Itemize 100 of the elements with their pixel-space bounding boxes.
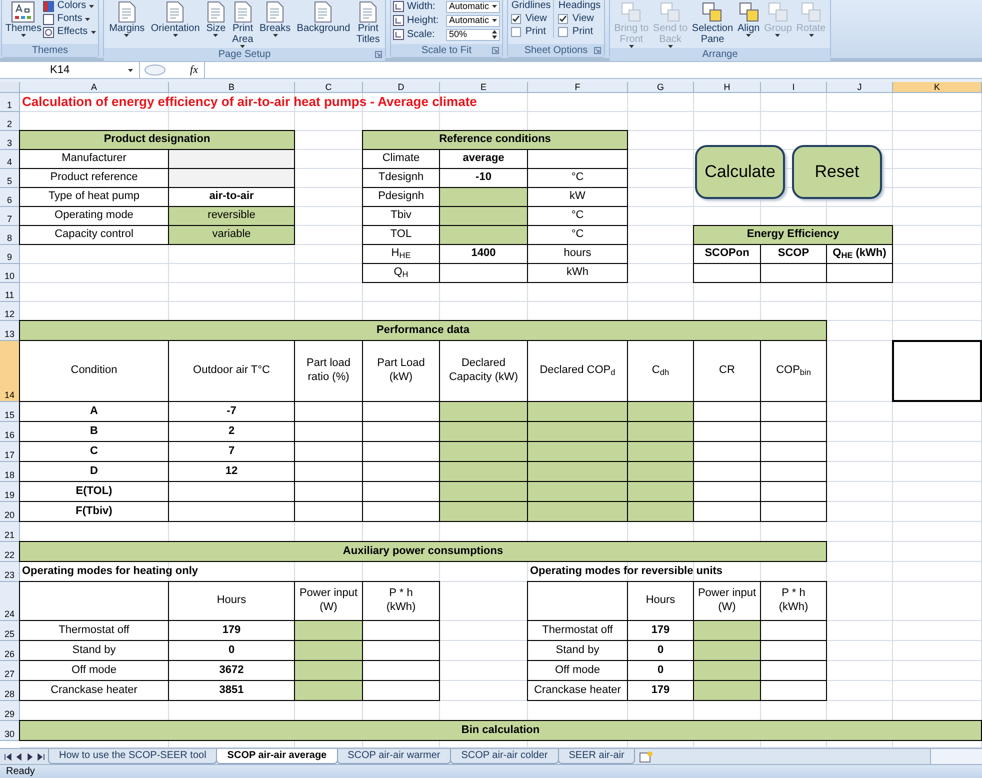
insert-sheet-icon[interactable]	[639, 750, 654, 762]
column-header[interactable]: B	[169, 82, 295, 93]
stacked-squares-icon	[701, 1, 724, 23]
row-label: Capacity control	[19, 225, 169, 245]
row-header[interactable]: 10	[0, 264, 20, 283]
table-title: Operating modes for heating only	[21, 564, 200, 580]
ribbon-button[interactable]: Print Area	[231, 0, 254, 48]
row-header[interactable]: 24	[0, 582, 20, 621]
input-cell	[627, 461, 694, 482]
ribbon-button[interactable]: Align	[736, 0, 761, 37]
row-header[interactable]: 25	[0, 621, 20, 641]
row-header[interactable]: 6	[0, 188, 20, 207]
field-label: Width:	[407, 0, 436, 14]
ribbon-button[interactable]: Fonts	[43, 13, 96, 25]
row-header[interactable]: 23	[0, 562, 20, 582]
row-header[interactable]: 29	[0, 701, 20, 721]
page-icon	[265, 1, 286, 23]
column-header[interactable]: G	[628, 82, 694, 93]
row-header[interactable]: 22	[0, 542, 20, 562]
function-button[interactable]: fx	[188, 62, 200, 78]
name-box[interactable]: K14	[0, 62, 140, 78]
row-header[interactable]: 8	[0, 226, 20, 245]
row-header[interactable]: 17	[0, 442, 20, 462]
row-header[interactable]: 19	[0, 482, 20, 502]
column-header[interactable]: H	[694, 82, 761, 93]
input-cell	[627, 421, 694, 442]
column-header[interactable]: J	[827, 82, 893, 93]
checkbox[interactable]: Print	[558, 26, 601, 38]
row-header[interactable]: 15	[0, 402, 20, 422]
row-header[interactable]: 21	[0, 522, 20, 542]
ribbon-button[interactable]: Margins	[108, 0, 146, 37]
row-header[interactable]: 18	[0, 462, 20, 482]
checkbox[interactable]: View	[558, 13, 601, 25]
color-swatch-icon	[43, 0, 54, 12]
page-icon	[232, 1, 253, 23]
sheet-tab[interactable]: How to use the SCOP-SEER tool	[48, 749, 218, 764]
group-label: Sheet Options	[524, 44, 588, 58]
section-header: Bin calculation	[19, 720, 982, 741]
row-header[interactable]: 4	[0, 150, 20, 169]
row-header[interactable]: 12	[0, 302, 20, 321]
ribbon-button[interactable]: Size	[204, 0, 227, 37]
row-header[interactable]: 20	[0, 502, 20, 522]
column-header[interactable]: K	[893, 82, 982, 93]
row-header[interactable]: 3	[0, 131, 20, 150]
sheet-tab[interactable]: SCOP air-air average	[216, 749, 338, 764]
page-icon	[206, 1, 226, 23]
row-header[interactable]: 1	[0, 93, 20, 112]
previous-sheet-icon[interactable]	[15, 752, 23, 760]
dialog-launcher-icon[interactable]	[492, 47, 499, 54]
row-header[interactable]: 14	[0, 341, 20, 402]
input-field[interactable]: 50%	[446, 28, 500, 40]
font-box-icon	[43, 14, 54, 24]
sheet-tab[interactable]: SEER air-air	[558, 749, 636, 764]
scale-icon	[393, 29, 404, 40]
caret-icon	[775, 34, 780, 37]
column-header[interactable]: I	[761, 82, 827, 93]
macro-button[interactable]: Reset	[792, 145, 882, 199]
row-header[interactable]: 26	[0, 641, 20, 661]
ribbon-button[interactable]: Background	[296, 0, 352, 34]
ribbon-button[interactable]: Orientation	[150, 0, 201, 37]
macro-button[interactable]: Calculate	[695, 145, 785, 199]
row-header[interactable]: 27	[0, 661, 20, 681]
row-header[interactable]: 7	[0, 207, 20, 226]
checkbox[interactable]: Print	[511, 26, 551, 38]
input-field[interactable]: Automatic	[446, 14, 500, 26]
caret-icon	[746, 34, 752, 37]
caret-icon	[90, 30, 96, 34]
row-header[interactable]: 9	[0, 245, 20, 264]
first-sheet-icon[interactable]	[4, 752, 12, 760]
row-header[interactable]: 30	[0, 721, 20, 741]
option-heading: Headings	[558, 0, 601, 12]
ribbon-button[interactable]: Breaks	[258, 0, 292, 37]
last-sheet-icon[interactable]	[37, 752, 45, 760]
ribbon-button[interactable]: Colors	[43, 0, 96, 12]
row-header[interactable]: 5	[0, 169, 20, 188]
ribbon-button[interactable]: Themes	[4, 0, 42, 37]
input-field[interactable]: Automatic	[446, 0, 500, 12]
page-icon	[313, 1, 334, 23]
column-header[interactable]: F	[528, 82, 628, 93]
row-header[interactable]: 13	[0, 321, 20, 341]
status-text: Ready	[6, 765, 35, 778]
scrollbar[interactable]	[930, 749, 982, 764]
dialog-launcher-icon[interactable]	[594, 47, 601, 54]
ribbon-button[interactable]: Effects	[43, 26, 96, 38]
column-header[interactable]: E	[440, 82, 528, 93]
checkbox[interactable]: View	[511, 13, 551, 25]
sheet-tab[interactable]: SCOP air-air colder	[450, 749, 559, 764]
row-header[interactable]: 2	[0, 112, 20, 131]
row-header[interactable]: 16	[0, 422, 20, 442]
dialog-launcher-icon[interactable]	[375, 51, 382, 58]
next-sheet-icon[interactable]	[26, 752, 34, 760]
column-header[interactable]: C	[295, 82, 363, 93]
column-header[interactable]: D	[363, 82, 440, 93]
sheet-tab[interactable]: SCOP air-air warmer	[336, 749, 452, 764]
row-header[interactable]: 28	[0, 681, 20, 701]
column-header[interactable]: A	[20, 82, 169, 93]
select-all-corner[interactable]	[0, 82, 20, 93]
row-header[interactable]: 11	[0, 283, 20, 302]
ribbon-button[interactable]: Selection Pane	[690, 0, 734, 45]
ribbon-button[interactable]: Print Titles	[355, 0, 381, 45]
